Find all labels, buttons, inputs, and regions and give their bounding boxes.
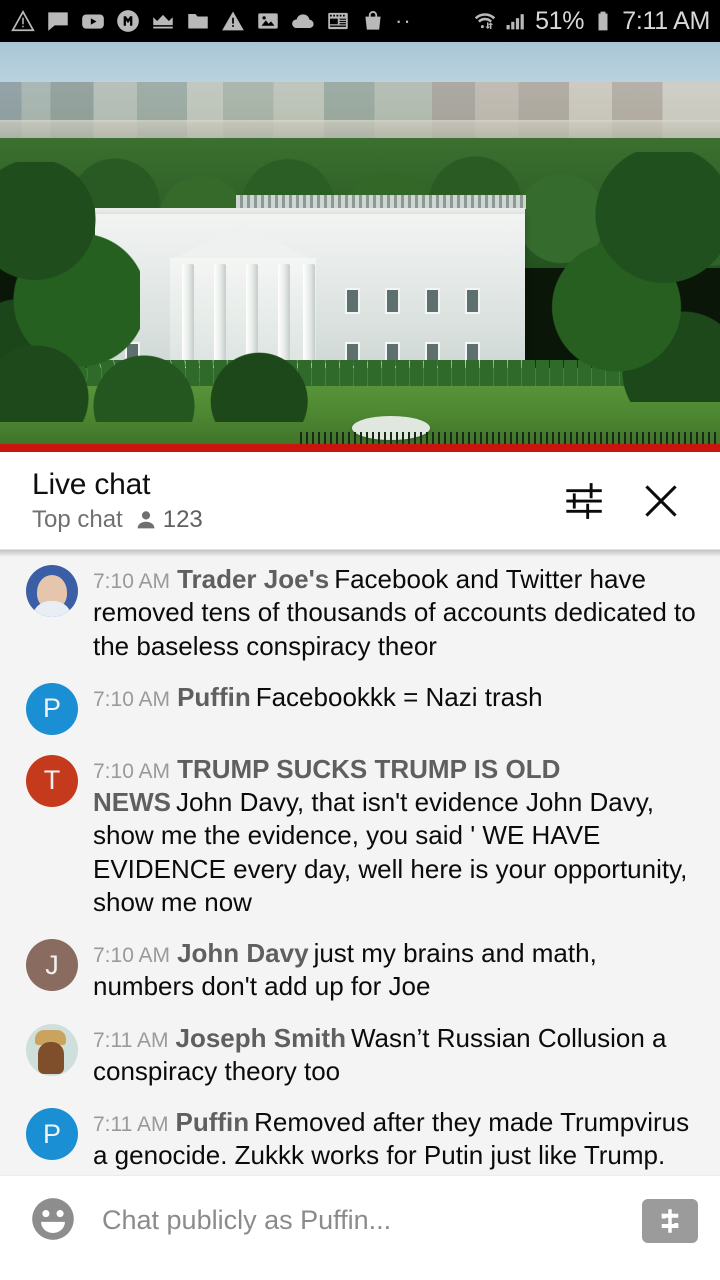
chat-message[interactable]: P 7:11 AM Puffin Removed after they made T… <box>0 1097 720 1175</box>
viewer-count-group: 123 <box>134 506 203 534</box>
chat-message-body: 7:10 AM Puffin Facebookkk = Nazi trash <box>93 681 543 735</box>
chat-subheader: Top chat 123 <box>32 506 554 534</box>
sliders-icon <box>566 482 602 519</box>
message-timestamp: 7:10 AM <box>93 759 171 783</box>
viewer-count-label: 123 <box>162 505 203 533</box>
photo-icon <box>258 13 278 29</box>
avatar-initial: J <box>45 949 59 980</box>
emoji-smile-icon <box>32 1198 74 1240</box>
message-timestamp: 7:10 AM <box>93 570 171 593</box>
chat-message-body: 7:10 AM Trader Joe's Facebook and Twitter … <box>93 563 698 663</box>
chat-composer <box>0 1175 720 1265</box>
message-author[interactable]: Joseph Smith <box>176 1023 346 1053</box>
avatar[interactable]: T <box>26 754 78 807</box>
status-bar: ·· 51% 7:11 AM <box>0 0 720 42</box>
avatar[interactable]: J <box>26 939 78 992</box>
chat-message-body: 7:10 AM TRUMP SUCKS TRUMP IS OLD NEWS John… <box>93 753 698 919</box>
chat-message[interactable]: 7:11 AM Joseph Smith Wasn’t Russian Collus… <box>0 1013 720 1098</box>
more-dots-icon: ·· <box>395 7 412 33</box>
white-house-pediment <box>168 225 316 261</box>
avatar-initial: P <box>42 693 61 724</box>
chat-message[interactable]: J 7:10 AM John Davy just my brains and mat… <box>0 928 720 1013</box>
message-timestamp: 7:11 AM <box>93 1028 169 1052</box>
chat-message-body: 7:11 AM Joseph Smith Wasn’t Russian Collus… <box>93 1022 698 1089</box>
message-timestamp: 7:10 AM <box>93 687 171 711</box>
crown-icon <box>153 14 173 29</box>
message-timestamp: 7:11 AM <box>93 1113 169 1137</box>
message-author[interactable]: Trader Joe's <box>177 564 329 594</box>
chat-mode-label[interactable]: Top chat <box>32 506 123 534</box>
avatar[interactable] <box>26 1023 78 1076</box>
wifi-transfer-icon <box>474 13 496 29</box>
close-icon <box>645 484 677 517</box>
avatar-initial: P <box>42 1118 61 1149</box>
live-chat-header: Live chat Top chat 123 <box>0 452 720 550</box>
chat-message-body: 7:10 AM John Davy just my brains and math,… <box>93 937 698 1004</box>
avatar[interactable]: P <box>26 682 78 735</box>
avatar[interactable]: P <box>26 1108 78 1161</box>
facade-window <box>465 288 480 314</box>
clock-label: 7:11 AM <box>622 6 710 35</box>
battery-percent-label: 51% <box>535 6 585 35</box>
person-icon <box>137 510 155 529</box>
messenger-icon <box>117 10 139 32</box>
cell-signal-icon <box>506 14 524 30</box>
cloud-icon <box>292 14 314 29</box>
youtube-icon <box>82 14 104 29</box>
message-text: John Davy, that isn't evidence John Davy… <box>93 787 688 917</box>
avatar-initial: T <box>43 765 61 796</box>
news-icon <box>328 12 348 30</box>
chat-message[interactable]: T 7:10 AM TRUMP SUCKS TRUMP IS OLD NEWS Jo… <box>0 744 720 928</box>
alert-triangle-icon <box>222 11 244 31</box>
message-author[interactable]: Puffin <box>177 682 251 712</box>
facade-window <box>425 288 440 314</box>
foreground-trees <box>0 342 720 422</box>
avatar[interactable] <box>26 565 78 617</box>
chat-header-text-group: Live chat Top chat 123 <box>32 467 554 533</box>
message-author[interactable]: John Davy <box>177 938 309 968</box>
chat-message[interactable]: 7:10 AM Trader Joe's Facebook and Twitter … <box>0 554 720 672</box>
facade-window <box>385 288 400 314</box>
chat-input[interactable] <box>102 1205 642 1236</box>
video-progress-bar[interactable] <box>0 444 720 452</box>
chat-message[interactable]: P 7:10 AM Puffin Facebookkk = Nazi trash <box>0 672 720 744</box>
emoji-button[interactable] <box>26 1194 80 1248</box>
folder-icon <box>188 13 208 29</box>
status-bar-notification-icons: ·· <box>10 8 412 34</box>
chat-message-body: 7:11 AM Puffin Removed after they made Tru… <box>93 1106 698 1175</box>
chat-bubble-icon <box>48 12 68 31</box>
status-bar-system-icons: 51% 7:11 AM <box>473 6 710 35</box>
dollar-icon <box>661 1208 679 1233</box>
message-timestamp: 7:10 AM <box>93 944 171 968</box>
super-chat-button[interactable] <box>642 1198 698 1243</box>
warning-triangle-icon <box>11 10 35 32</box>
message-text: Facebookkk = Nazi trash <box>255 681 543 712</box>
battery-icon <box>598 11 608 31</box>
video-player[interactable] <box>0 42 720 452</box>
message-author[interactable]: Puffin <box>176 1107 250 1137</box>
shopping-bag-icon <box>365 11 381 30</box>
chat-settings-button[interactable] <box>554 470 616 532</box>
chat-close-button[interactable] <box>630 470 692 532</box>
page-title: Live chat <box>32 468 151 502</box>
white-house-balustrade <box>236 195 526 209</box>
chat-message-list[interactable]: 7:10 AM Trader Joe's Facebook and Twitter … <box>0 550 720 1175</box>
facade-window <box>345 288 360 314</box>
